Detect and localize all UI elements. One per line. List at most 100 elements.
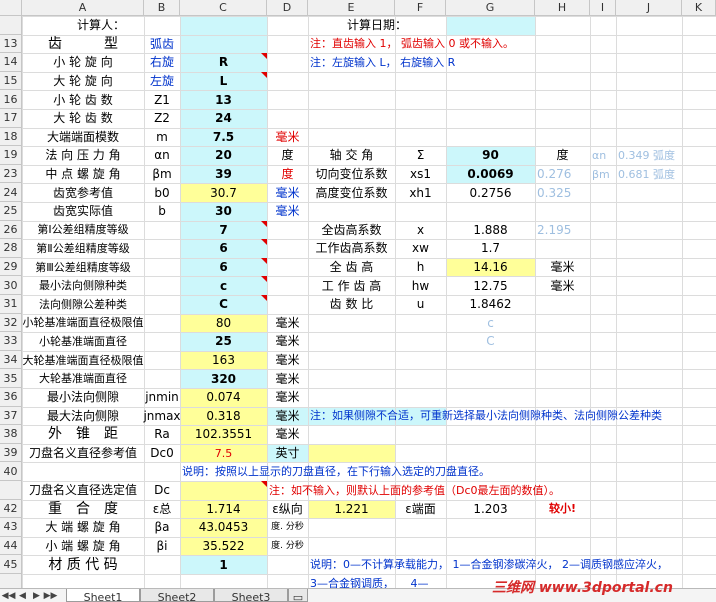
column-header-a[interactable]: A (22, 0, 144, 16)
cell-b-3[interactable]: 左旋 (144, 72, 180, 91)
cell-e-8[interactable]: 切向变位系数 (308, 165, 395, 184)
cell-d-6[interactable]: 毫米 (267, 128, 308, 147)
tab-sheet2[interactable]: Sheet2 (140, 589, 214, 602)
cell-i-8[interactable]: βm (590, 165, 616, 184)
select-all-corner[interactable] (0, 0, 22, 16)
cell-d-9[interactable]: 毫米 (267, 183, 308, 202)
row-header[interactable]: 44 (0, 536, 22, 556)
cell-b-23[interactable]: Dc0 (144, 444, 180, 463)
cell-g-7[interactable]: 90 (446, 146, 535, 165)
cell-c-22[interactable]: 102.3551 (180, 425, 267, 444)
cell-a-8[interactable]: 中 点 螺 旋 角 (22, 165, 144, 184)
row-header[interactable]: 24 (0, 183, 22, 202)
cell-a-27[interactable]: 大 端 螺 旋 角 (22, 518, 144, 537)
row-header[interactable]: 45 (0, 555, 22, 574)
cell-c-7[interactable]: 20 (180, 146, 267, 165)
column-header-b[interactable]: B (144, 0, 180, 16)
cell-c-28[interactable]: 35.522 (180, 537, 267, 556)
column-header-g[interactable]: G (446, 0, 535, 16)
row-header[interactable]: 30 (0, 276, 22, 295)
row-header[interactable]: 33 (0, 332, 22, 351)
row-header[interactable]: 13 (0, 34, 22, 54)
cell-c-20[interactable]: 0.074 (180, 388, 267, 407)
row-header[interactable]: 14 (0, 53, 22, 72)
cell-h-26[interactable]: 较小! (535, 500, 590, 519)
cell-a-7[interactable]: 法 向 压 力 角 (22, 146, 144, 165)
cell-a-29[interactable]: 材 质 代 码 (22, 555, 144, 574)
row-header[interactable]: 40 (0, 462, 22, 481)
cell-j-7[interactable]: 0.349 弧度 (616, 146, 716, 165)
cell-f-11[interactable]: x (395, 221, 446, 240)
cell-e-1[interactable]: 注：直齿输入 1， 弧齿输入 0 或不输入。 (308, 35, 682, 54)
cell-g-15[interactable]: 1.8462 (446, 295, 535, 314)
cell-c-15[interactable]: C (180, 295, 267, 314)
cell-d-7[interactable]: 度 (267, 146, 308, 165)
row-header[interactable]: 28 (0, 239, 22, 258)
cell-d-28[interactable]: 度. 分秒 (267, 537, 308, 556)
row-header[interactable]: 29 (0, 257, 22, 277)
cell-h-8[interactable]: 0.276 (535, 165, 590, 184)
row-header[interactable]: 15 (0, 71, 22, 91)
cell-d-23[interactable]: 英寸 (267, 444, 308, 463)
cell-a-23[interactable]: 刀盘名义直径参考值 (22, 444, 144, 463)
cell-h-11[interactable]: 2.195 (535, 221, 590, 240)
column-header-h[interactable]: H (535, 0, 590, 16)
cell-e-21[interactable]: 注：如果侧隙不合适，可重新选择最小法向侧隙种类、法向侧隙公差种类 (308, 407, 716, 426)
cell-a-19[interactable]: 大轮基准端面直径 (22, 369, 144, 388)
cell-c-17[interactable]: 25 (180, 332, 267, 351)
cell-a-21[interactable]: 最大法向侧隙 (22, 407, 144, 426)
cell-g-14[interactable]: 12.75 (446, 276, 535, 295)
cell-a-18[interactable]: 大轮基准端面直径极限值 (22, 351, 144, 370)
cell-c-12[interactable]: 6 (180, 239, 267, 258)
cell-g-26[interactable]: 1.203 (446, 500, 535, 519)
cell-c-9[interactable]: 30.7 (180, 183, 267, 202)
tab-sheet1[interactable]: Sheet1 (66, 589, 140, 602)
cell-c-8[interactable]: 39 (180, 165, 267, 184)
row-header[interactable]: 38 (0, 425, 22, 444)
cell-c-24[interactable]: 说明：按照以上显示的刀盘直径，在下行输入选定的刀盘直径。 (180, 462, 590, 481)
cell-c-16[interactable]: 80 (180, 314, 267, 333)
cell-a-4[interactable]: 小 轮 齿 数 (22, 90, 144, 109)
row-header[interactable]: 42 (0, 499, 22, 519)
cell-b-26[interactable]: ε总 (144, 500, 180, 519)
cell-e-11[interactable]: 全齿高系数 (308, 221, 395, 240)
cell-h-13[interactable]: 毫米 (535, 258, 590, 277)
cell-c-14[interactable]: c (180, 276, 267, 295)
cell-h-14[interactable]: 毫米 (535, 276, 590, 295)
cell-b-22[interactable]: Ra (144, 425, 180, 444)
cell-g-12[interactable]: 1.7 (446, 239, 535, 258)
cell-c-6[interactable]: 7.5 (180, 128, 267, 147)
cell-b-4[interactable]: Z1 (144, 90, 180, 109)
cell-d-26[interactable]: ε纵向 (267, 500, 308, 519)
row-header[interactable]: 34 (0, 350, 22, 370)
cell-f-15[interactable]: u (395, 295, 446, 314)
cell-b-21[interactable]: jnmax (143, 407, 180, 426)
cell-c-2[interactable]: R (180, 53, 267, 72)
cell-d-10[interactable]: 毫米 (267, 202, 308, 221)
cell-a-26[interactable]: 重 合 度 (22, 500, 144, 519)
row-header[interactable]: 37 (0, 406, 22, 426)
cell-d-16[interactable]: 毫米 (267, 314, 308, 333)
cell-c-27[interactable]: 43.0453 (180, 518, 267, 537)
cell-c-4[interactable]: 13 (180, 90, 267, 109)
cell-d-25[interactable]: 注：如不输入，则默认上面的参考值（Dc0最左面的数值）。 (267, 481, 616, 500)
cell-a-22[interactable]: 外 锥 距 (22, 425, 144, 444)
cell-a-28[interactable]: 小 端 螺 旋 角 (22, 537, 144, 556)
row-header[interactable]: 16 (0, 90, 22, 109)
cell-f-12[interactable]: xw (395, 239, 446, 258)
insert-sheet-icon[interactable]: ▭ (288, 589, 308, 602)
cell-a-2[interactable]: 小 轮 旋 向 (22, 53, 144, 72)
cell-e-12[interactable]: 工作齿高系数 (308, 239, 395, 258)
row-header[interactable]: 31 (0, 295, 22, 314)
row-header[interactable] (0, 16, 22, 35)
cell-a-17[interactable]: 小轮基准端面直径 (22, 332, 144, 351)
cell-a-5[interactable]: 大 轮 齿 数 (22, 109, 144, 128)
column-header-k[interactable]: K (682, 0, 716, 16)
cell-h-9[interactable]: 0.325 (535, 183, 590, 202)
cell-e-14[interactable]: 工 作 齿 高 (308, 276, 395, 295)
row-header[interactable]: 26 (0, 220, 22, 240)
cell-c-29[interactable]: 1 (180, 555, 267, 574)
cell-d-8[interactable]: 度 (267, 165, 308, 184)
column-header-d[interactable]: D (267, 0, 308, 16)
cell-b-20[interactable]: jnmin (144, 388, 180, 407)
